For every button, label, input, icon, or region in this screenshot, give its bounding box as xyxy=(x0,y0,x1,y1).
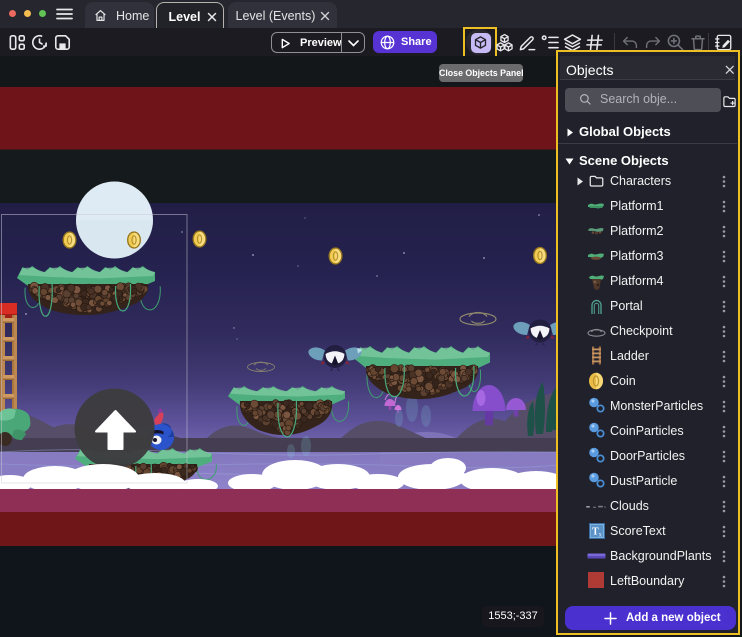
svg-text:x: x xyxy=(599,530,603,538)
